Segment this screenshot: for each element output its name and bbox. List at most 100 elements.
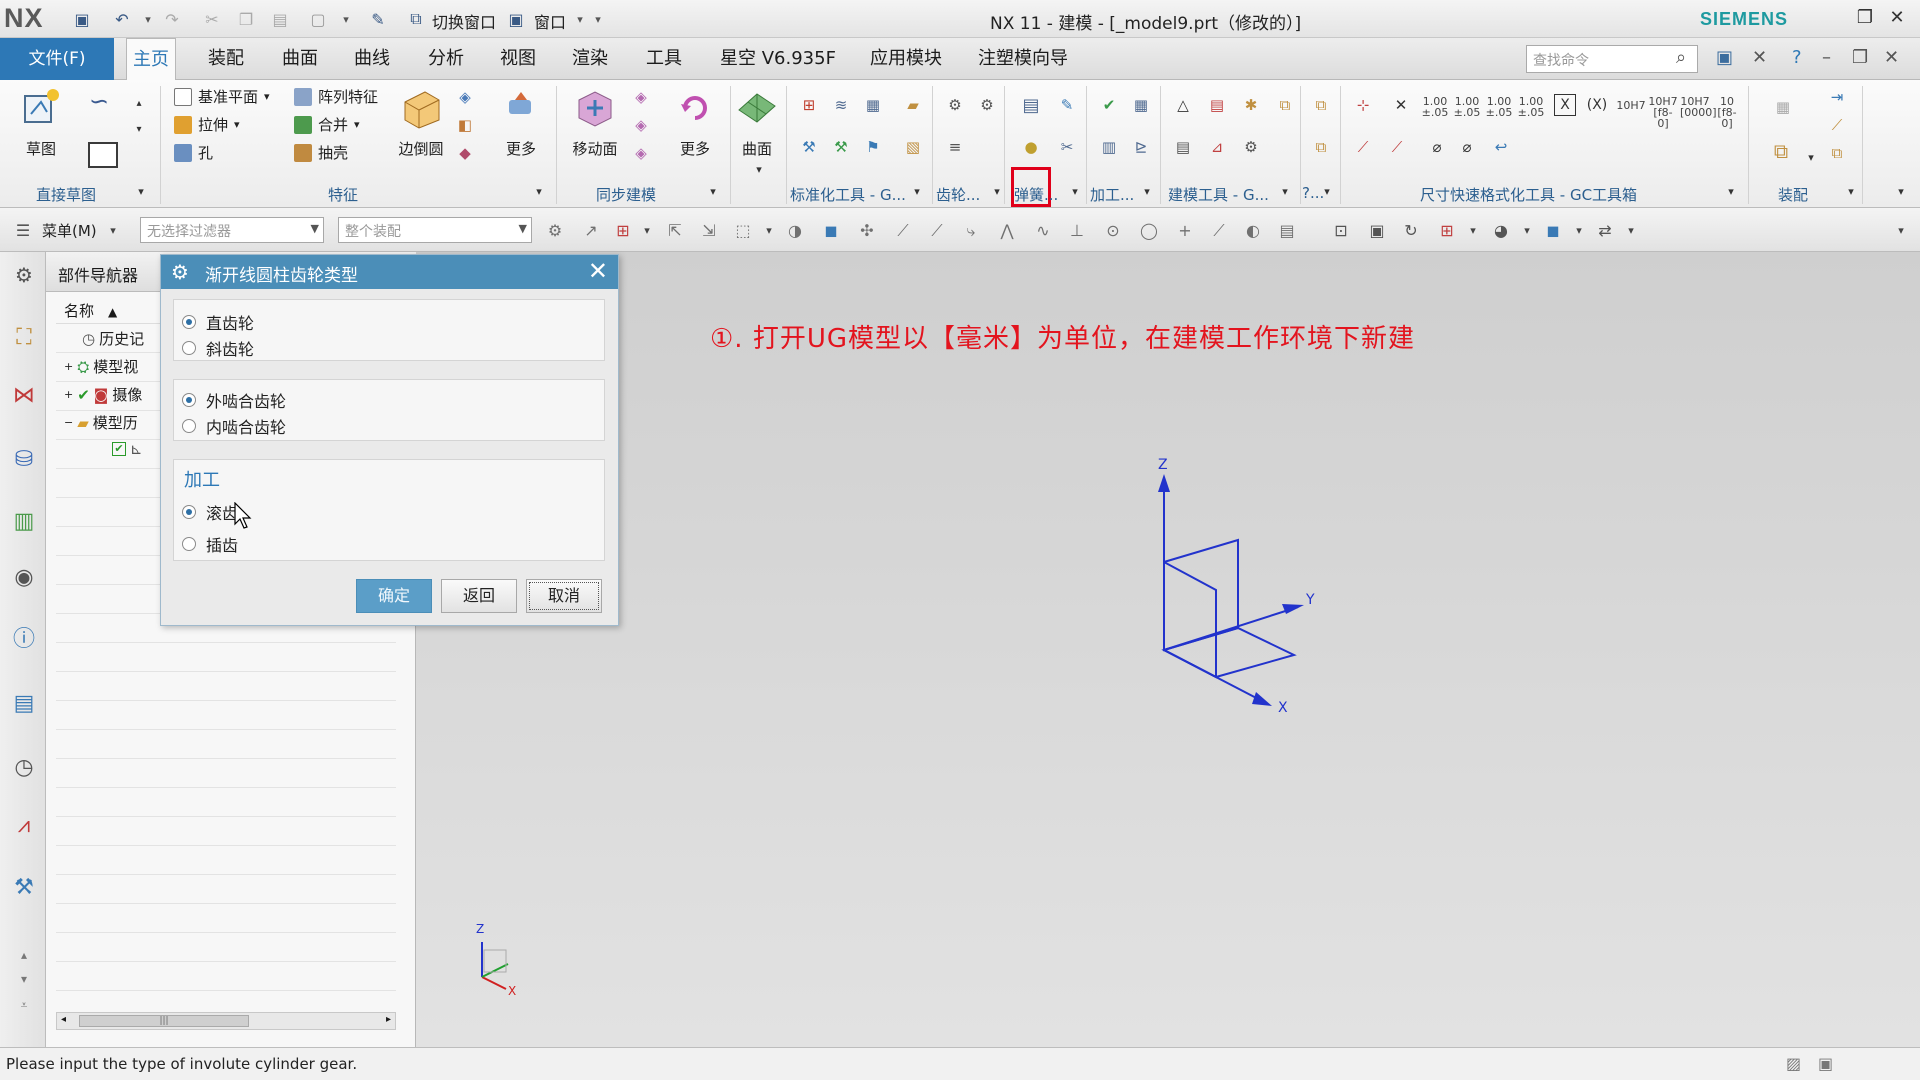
modeling-tools-group-menu-icon[interactable]: ▾ [1274, 180, 1296, 202]
more-sync-button[interactable]: 更多 [666, 86, 724, 159]
std-tool-2-icon[interactable]: ≋ [830, 94, 852, 116]
radio-internal-gear[interactable]: 内啮合齿轮 [182, 414, 286, 438]
radio-external-gear[interactable]: 外啮合齿轮 [182, 388, 286, 412]
trim-body-icon[interactable]: ◆ [454, 142, 476, 164]
collapse-icon[interactable]: − [64, 416, 73, 429]
tab-analysis[interactable]: 分析 [422, 38, 470, 80]
back-button[interactable]: 返回 [441, 579, 517, 613]
selection-scope-select[interactable]: 整个装配 ▼ [338, 217, 532, 243]
tree-item-model-history[interactable]: − ▰ 模型历 [64, 412, 138, 433]
clock-icon[interactable]: ◷ [9, 752, 39, 782]
resource-expand-icon[interactable]: ⩡ [9, 990, 39, 1020]
modeling-tool-5-icon[interactable]: ▤ [1172, 136, 1194, 158]
extrude-button[interactable]: 拉伸 ▾ [174, 114, 240, 135]
constraint-navigator-icon[interactable]: ⋈ [9, 380, 39, 410]
fit-view-icon[interactable]: ⊡ [1330, 220, 1352, 242]
sketch-scroll-down-icon[interactable]: ▾ [128, 118, 150, 140]
roles-icon[interactable]: ⚒ [9, 872, 39, 902]
surface-button[interactable]: 曲面 [728, 86, 786, 159]
expand-icon[interactable]: + [64, 388, 73, 401]
datum-plane-button[interactable]: 基准平面 ▾ [174, 86, 270, 107]
restore-doc-icon[interactable]: ❐ [1852, 47, 1868, 68]
undo-dropdown-icon[interactable]: ▾ [136, 7, 160, 31]
modeling-tool-1-icon[interactable]: △ [1172, 94, 1194, 116]
repeat-command-icon[interactable]: ✎ [366, 7, 390, 31]
direct-sketch-group-menu-icon[interactable]: ▾ [130, 180, 152, 202]
copy-icon[interactable]: ❐ [234, 7, 258, 31]
render-style-dropdown-icon[interactable]: ▾ [1516, 220, 1538, 242]
dim-format-4[interactable]: 1.00 ±.05 [1516, 96, 1546, 118]
pattern-feature-button[interactable]: 阵列特征 [294, 86, 378, 107]
modeling-tool-3-icon[interactable]: ✱ [1240, 94, 1262, 116]
surface-dropdown-icon[interactable]: ▾ [748, 158, 770, 180]
std-tool-1-icon[interactable]: ⊞ [798, 94, 820, 116]
radio-spur-gear[interactable]: 直齿轮 [182, 310, 254, 334]
zoom-icon[interactable]: ▣ [1366, 220, 1388, 242]
radio-button[interactable] [182, 315, 196, 329]
snap-end-icon[interactable]: ⟋ [926, 220, 948, 242]
doc-dropdown-icon[interactable]: ▾ [334, 7, 358, 31]
assembly-tool-2-icon[interactable]: ⇥ [1826, 86, 1848, 108]
checkmark-icon[interactable]: ✔ [77, 386, 90, 404]
dialog-title-bar[interactable]: ⚙ 渐开线圆柱齿轮类型 ✕ [161, 255, 618, 289]
snap-spline-icon[interactable]: ⋀ [996, 220, 1018, 242]
std-tool-4-icon[interactable]: ▰ [902, 94, 924, 116]
status-filter-icon[interactable]: ▨ [1786, 1054, 1801, 1073]
radio-button[interactable] [182, 419, 196, 433]
std-tool-3-icon[interactable]: ▦ [862, 94, 884, 116]
assembly-group-menu-icon[interactable]: ▾ [1840, 180, 1862, 202]
feature-group-menu-icon[interactable]: ▾ [528, 180, 550, 202]
file-menu-tab[interactable]: 文件(F) [0, 38, 114, 80]
assembly-tool-4-icon[interactable]: ⧉ [1826, 142, 1848, 164]
history-icon[interactable]: ▤ [9, 688, 39, 718]
p-tool-1-icon[interactable]: ⧉ [1310, 94, 1332, 116]
modeling-tool-7-icon[interactable]: ⚙ [1240, 136, 1262, 158]
assembly-tool-3-icon[interactable]: ⟋ [1826, 114, 1848, 136]
tab-starry-sky[interactable]: 星空 V6.935F [714, 38, 842, 80]
checkbox-icon[interactable]: ✔ [112, 442, 126, 456]
reuse-library-icon[interactable]: ▥ [9, 506, 39, 536]
switch-window-icon[interactable]: ⧉ [404, 7, 428, 31]
command-search-input[interactable]: 查找命令 [1526, 45, 1698, 73]
web-browser-icon[interactable]: ⓘ [9, 622, 39, 652]
offset-region-icon[interactable]: ◈ [630, 114, 652, 136]
add-component-icon[interactable]: ⧉ [1766, 136, 1796, 166]
modeling-tool-2-icon[interactable]: ▤ [1206, 94, 1228, 116]
select-feature-icon[interactable]: ✣ [856, 220, 878, 242]
tree-item-model-views[interactable]: + ⛭ 模型视 [64, 356, 138, 377]
snap-grid-icon[interactable]: ▤ [1276, 220, 1298, 242]
part-navigator-icon[interactable]: ⛁ [9, 444, 39, 474]
unite-dropdown-icon[interactable]: ▾ [354, 118, 360, 131]
dim-paren-icon[interactable]: (X) [1586, 94, 1608, 116]
minimize-ribbon-icon[interactable]: – [1822, 47, 1831, 68]
select-tool-5-icon[interactable]: ⇲ [698, 220, 720, 242]
rectangle-icon[interactable] [88, 142, 118, 168]
save-icon[interactable]: ▣ [70, 7, 94, 31]
dim-undo-icon[interactable]: ↩ [1490, 136, 1512, 158]
resource-settings-icon[interactable]: ⚙ [9, 260, 39, 290]
dim-tool-1-icon[interactable]: ⊹ [1352, 94, 1374, 116]
cut-icon[interactable]: ✂ [200, 7, 224, 31]
shell-button[interactable]: 抽壳 [294, 142, 348, 163]
sort-asc-icon[interactable]: ▲ [108, 305, 117, 319]
snap-center-icon[interactable]: ⊙ [1102, 220, 1124, 242]
close-doc-icon[interactable]: ✕ [1884, 47, 1899, 68]
unite-button[interactable]: 合并 ▾ [294, 114, 360, 135]
scroll-right-icon[interactable]: ▸ [386, 1014, 391, 1025]
select-tool-2-icon[interactable]: ↗ [580, 220, 602, 242]
redo-icon[interactable]: ↷ [160, 7, 184, 31]
snap-wave-icon[interactable]: ∿ [1032, 220, 1054, 242]
snap-perpendicular-icon[interactable]: ⊥ [1066, 220, 1088, 242]
ribbon-options-icon[interactable]: ▾ [1890, 180, 1912, 202]
dim-format-2[interactable]: 1.00 ±.05 [1452, 96, 1482, 118]
view-cube-icon[interactable]: ◼ [1542, 220, 1564, 242]
diameter-2-icon[interactable]: ⌀ [1456, 136, 1478, 158]
tab-surface[interactable]: 曲面 [276, 38, 324, 80]
select-tool-3-icon[interactable]: ⊞ [612, 220, 634, 242]
tab-home[interactable]: 主页 [126, 38, 176, 81]
window-icon[interactable]: ▣ [504, 7, 528, 31]
chamfer-icon[interactable]: ◈ [454, 86, 476, 108]
dim-format-3[interactable]: 1.00 ±.05 [1484, 96, 1514, 118]
spring-tool-4-icon[interactable]: ✂ [1056, 136, 1078, 158]
dim-group-menu-icon[interactable]: ▾ [1720, 180, 1742, 202]
